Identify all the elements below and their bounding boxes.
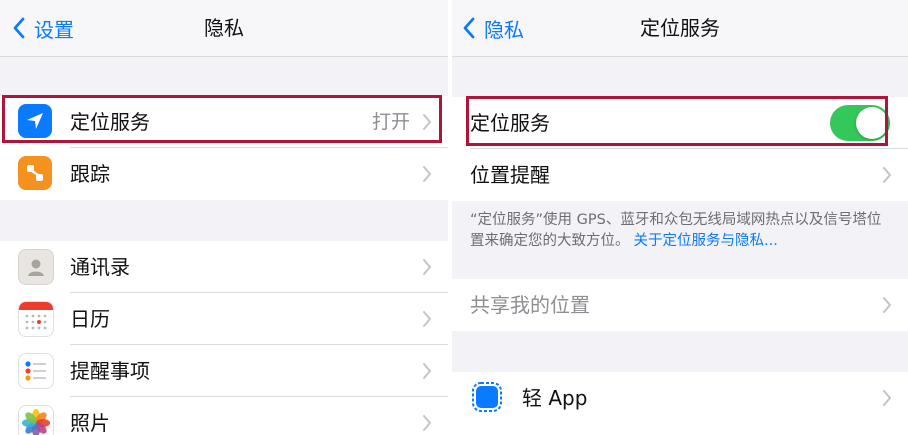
share-group: 共享我的位置 [452, 279, 908, 331]
footnote: “定位服务”使用 GPS、蓝牙和众包无线局域网热点以及信号塔位置来确定您的大致方… [470, 210, 886, 252]
privacy-screen: 设置 隐私 定位服务 打开 跟踪 通讯录 日历 提醒事项 照片 [0, 0, 448, 435]
location-group: 定位服务 位置提醒 [452, 97, 908, 201]
chevron-right-icon [883, 390, 891, 406]
location-arrow-icon [18, 104, 52, 138]
row-label: 提醒事项 [70, 359, 150, 383]
row-label: 轻 App [522, 386, 588, 410]
row-label: 共享我的位置 [470, 293, 590, 317]
location-services-toggle-row: 定位服务 [452, 97, 908, 149]
tracking-icon [18, 156, 52, 190]
chevron-right-icon [423, 363, 431, 379]
chevron-right-icon [423, 114, 431, 130]
row-label: 位置提醒 [470, 163, 550, 187]
settings-group: 定位服务 打开 跟踪 [0, 96, 448, 200]
location-services-row[interactable]: 定位服务 打开 [0, 96, 448, 148]
row-label: 通讯录 [70, 255, 130, 279]
nav-bar: 设置 隐私 [0, 0, 448, 57]
chevron-right-icon [883, 297, 891, 313]
location-services-screen: 隐私 定位服务 定位服务 位置提醒 “定位服务”使用 GPS、蓝牙和众包无线局域… [452, 0, 908, 435]
photos-row[interactable]: 照片 [0, 397, 448, 435]
chevron-right-icon [423, 311, 431, 327]
calendar-row[interactable]: 日历 [0, 293, 448, 345]
calendar-icon [18, 301, 54, 337]
apps-group: 通讯录 日历 提醒事项 照片 [0, 241, 448, 435]
row-label: 跟踪 [70, 162, 110, 186]
row-label: 日历 [70, 307, 110, 331]
chevron-right-icon [423, 259, 431, 275]
page-title: 定位服务 [640, 16, 720, 40]
toggle-knob [856, 107, 888, 139]
chevron-right-icon [883, 167, 891, 183]
contacts-row[interactable]: 通讯录 [0, 241, 448, 293]
row-label: 定位服务 [70, 110, 150, 134]
nav-bar: 隐私 定位服务 [452, 0, 908, 57]
row-label: 定位服务 [470, 111, 550, 135]
tracking-row[interactable]: 跟踪 [0, 148, 448, 200]
photos-icon [18, 405, 54, 435]
contacts-icon [18, 249, 54, 285]
privacy-link[interactable]: 关于定位服务与隐私... [634, 233, 778, 249]
row-value: 打开 [371, 111, 410, 133]
row-label: 照片 [70, 411, 110, 435]
location-alerts-row[interactable]: 位置提醒 [452, 149, 908, 201]
chevron-right-icon [423, 415, 431, 431]
page-title: 隐私 [204, 16, 244, 40]
location-services-toggle[interactable] [830, 105, 890, 141]
share-my-location-row[interactable]: 共享我的位置 [452, 279, 908, 331]
reminders-icon [18, 353, 54, 389]
app-clip-row[interactable]: 轻 App [452, 372, 908, 424]
app-clip-icon [470, 380, 504, 414]
apps-group: 轻 App [452, 372, 908, 435]
reminders-row[interactable]: 提醒事项 [0, 345, 448, 397]
chevron-right-icon [423, 166, 431, 182]
